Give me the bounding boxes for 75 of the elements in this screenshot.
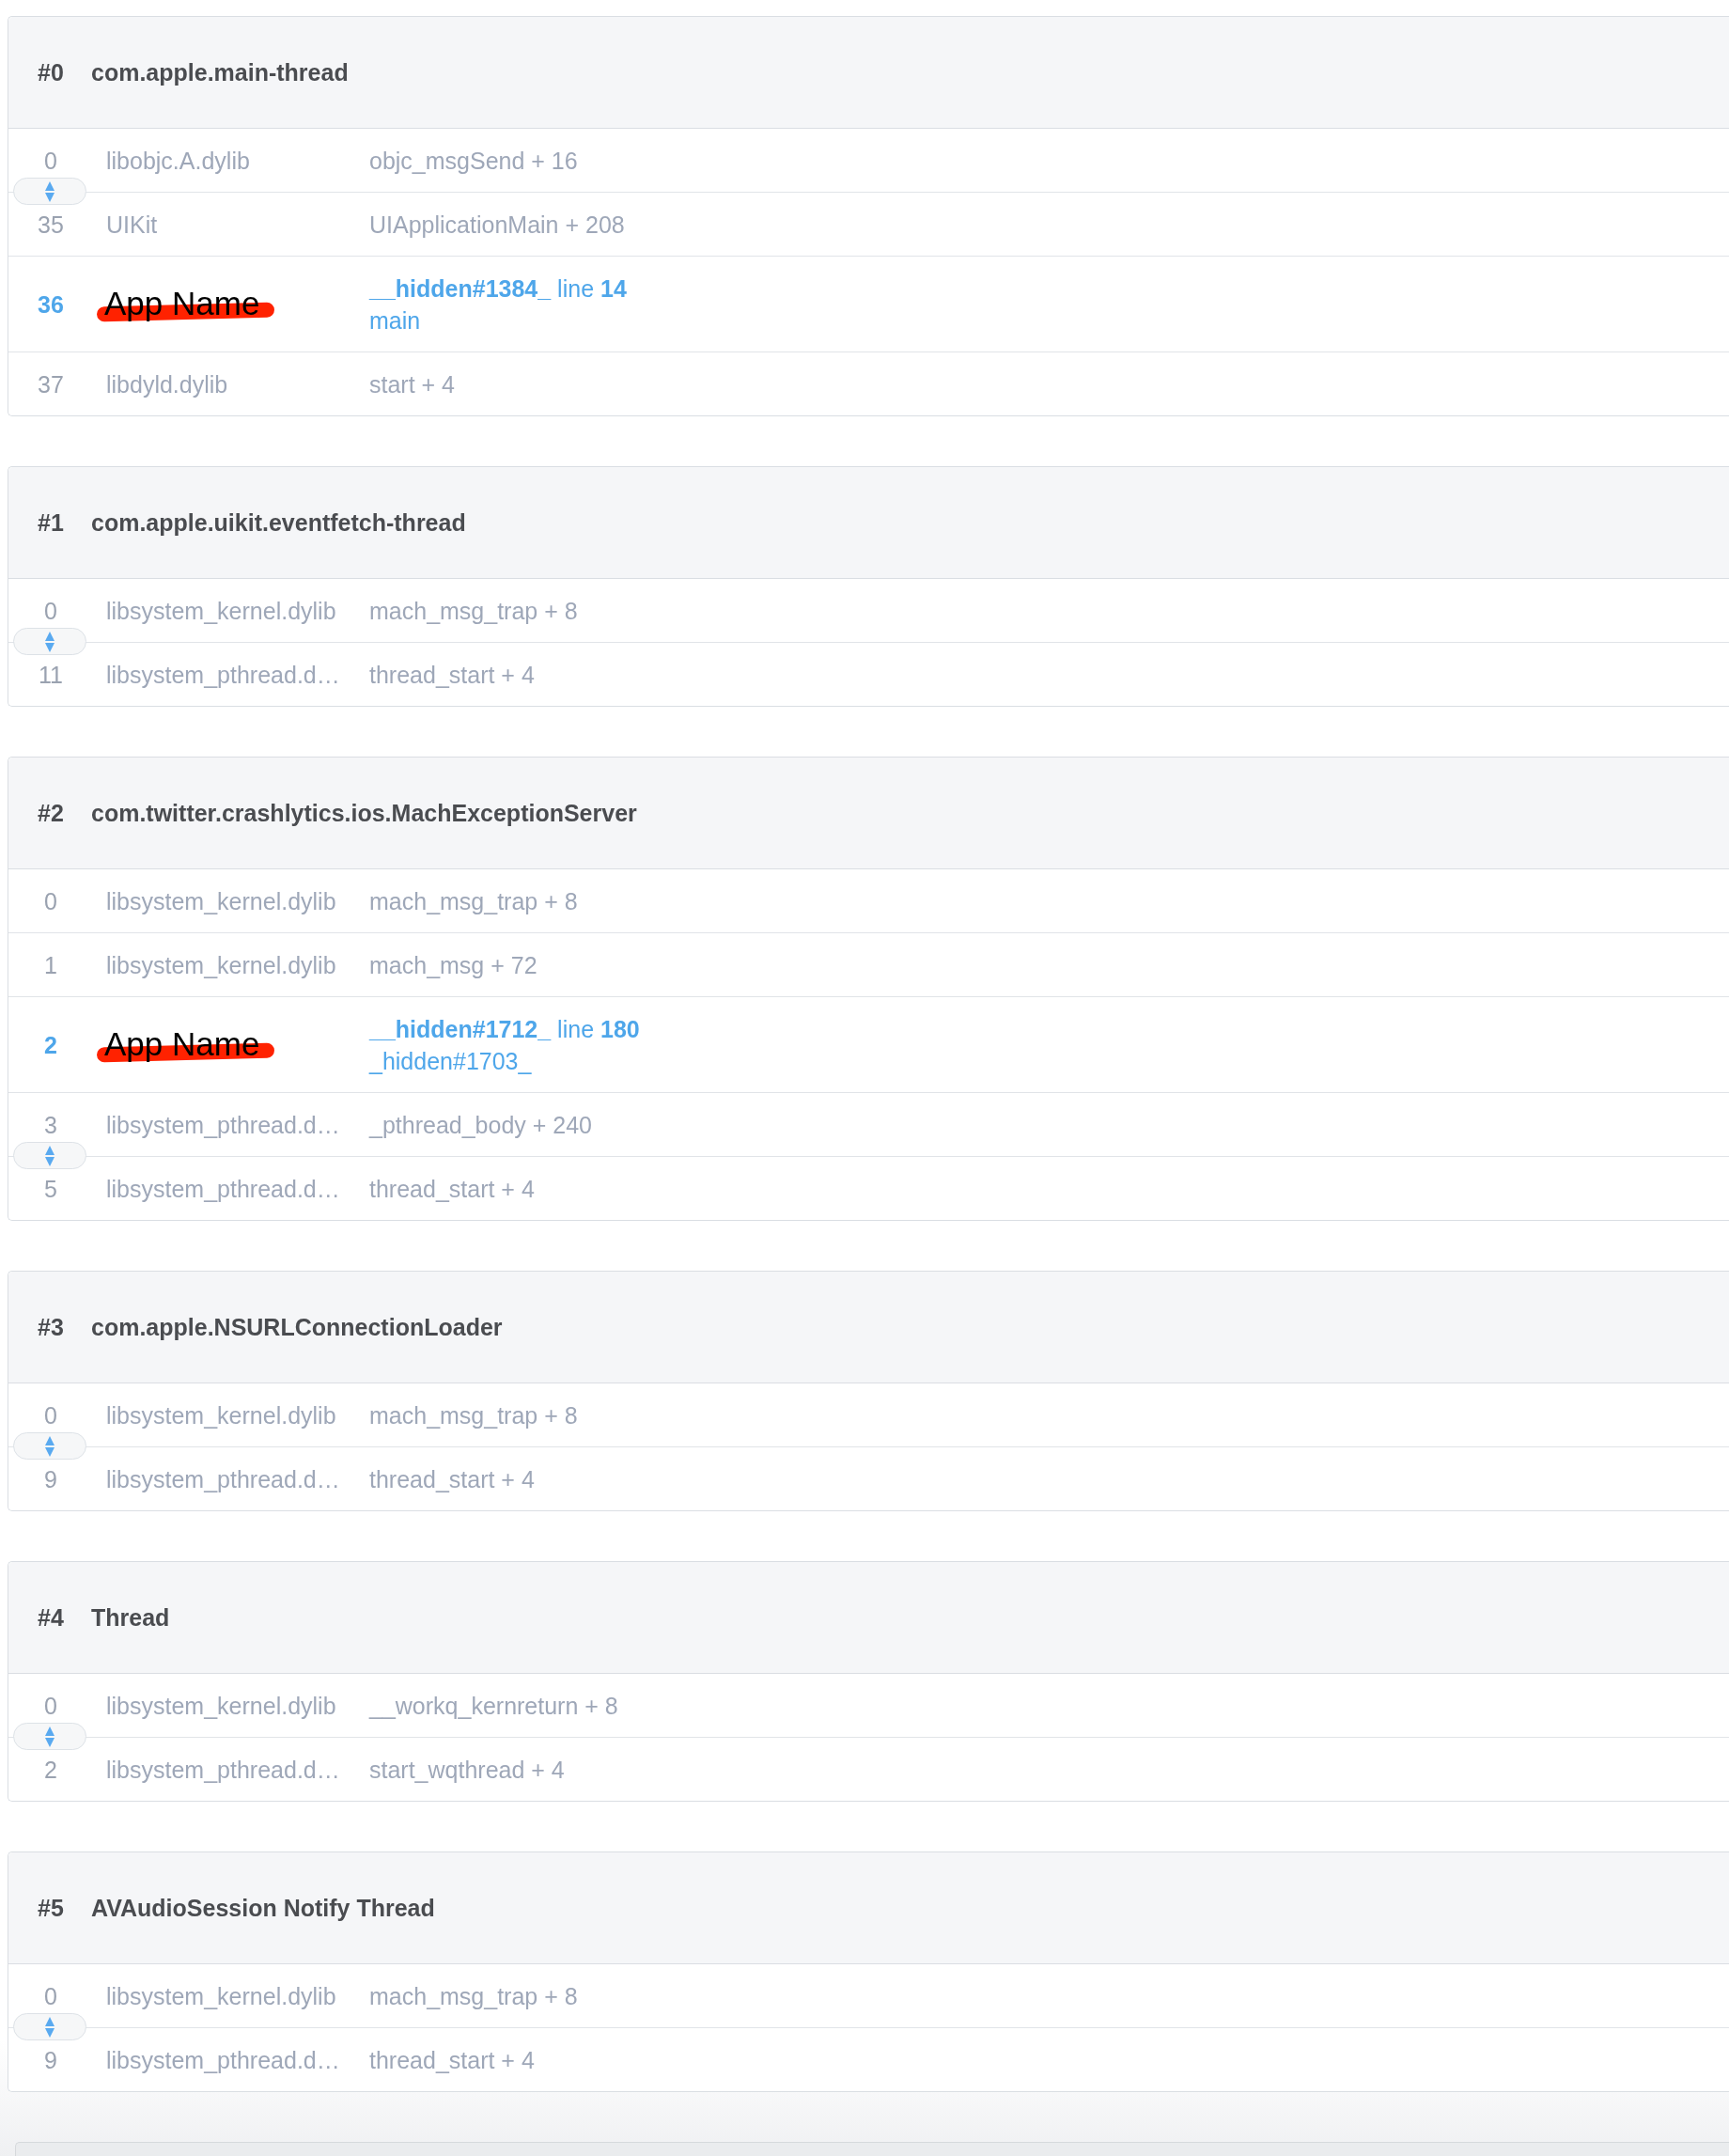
thread-index: #3 (38, 1313, 64, 1340)
expand-button[interactable] (13, 2013, 86, 2040)
library-name: libsystem_kernel.dylib (106, 887, 336, 916)
frame-number: 3 (44, 1111, 57, 1140)
symbol-name: start_wqthread + 4 (369, 1756, 565, 1785)
thread-name: com.apple.main-thread (91, 58, 349, 86)
frame-number: 5 (44, 1175, 57, 1204)
library-name: libsystem_pthread.d… (106, 1111, 340, 1140)
library-name: libsystem_pthread.d… (106, 661, 340, 690)
symbol-name: mach_msg_trap + 8 (369, 1401, 578, 1430)
library-name: libsystem_pthread.d… (106, 2046, 340, 2075)
up-down-arrows-icon (45, 180, 55, 202)
symbol-name: thread_start + 4 (369, 1465, 535, 1494)
up-down-arrows-icon (45, 2016, 55, 2038)
symbol-name: mach_msg_trap + 8 (369, 597, 578, 626)
expand-button[interactable] (13, 178, 86, 205)
symbol-name: mach_msg_trap + 8 (369, 887, 578, 916)
library-name: libsystem_kernel.dylib (106, 1982, 336, 2011)
library-name: libsystem_kernel.dylib (106, 1401, 336, 1430)
symbol-name: thread_start + 4 (369, 1175, 535, 1204)
thread-index: #2 (38, 799, 64, 826)
thread-name: com.twitter.crashlytics.ios.MachExceptionServer (91, 799, 637, 827)
symbol-name: __hidden#1384_ line 14 (369, 274, 627, 304)
frame-number: 9 (44, 2046, 57, 2075)
thread-name: com.apple.uikit.eventfetch-thread (91, 508, 466, 537)
frame-number: 9 (44, 1465, 57, 1494)
frame-number: 11 (39, 661, 63, 690)
expand-button[interactable] (13, 1723, 86, 1750)
symbol-name: __workq_kernreturn + 8 (369, 1692, 618, 1721)
up-down-arrows-icon (45, 1435, 55, 1457)
symbol-name: __hidden#1712_ line 180 (369, 1015, 640, 1044)
frame-number: 0 (44, 147, 57, 176)
frame-number: 2 (44, 1756, 57, 1785)
symbol-name: start + 4 (369, 370, 455, 399)
frame-number: 2 (44, 1031, 57, 1060)
up-down-arrows-icon (45, 1145, 55, 1166)
library-name: UIKit (106, 211, 158, 240)
up-down-arrows-icon (45, 631, 55, 652)
thread-index: #0 (38, 58, 64, 86)
thread-name: AVAudioSession Notify Thread (91, 1894, 435, 1922)
function-name: _hidden#1703_ (369, 1047, 532, 1076)
thread-index: #5 (38, 1894, 64, 1921)
library-name: libsystem_pthread.d… (106, 1756, 340, 1785)
symbol-name: mach_msg_trap + 8 (369, 1982, 578, 2011)
expand-button[interactable] (13, 1142, 86, 1169)
expand-button[interactable] (13, 1432, 86, 1460)
library-name: libsystem_kernel.dylib (106, 951, 336, 980)
library-name: libsystem_kernel.dylib (106, 1692, 336, 1721)
expand-button[interactable] (13, 628, 86, 655)
frame-number: 0 (44, 887, 57, 916)
thread-index: #4 (38, 1603, 64, 1631)
frame-number: 1 (44, 951, 57, 980)
frame-number: 0 (44, 1401, 57, 1430)
library-name: libdyld.dylib (106, 370, 228, 399)
up-down-arrows-icon (45, 1726, 55, 1747)
thread-name: com.apple.NSURLConnectionLoader (91, 1313, 503, 1341)
library-name: libsystem_pthread.d… (106, 1465, 340, 1494)
function-name: main (369, 306, 421, 336)
symbol-name: thread_start + 4 (369, 661, 535, 690)
frame-number: 36 (38, 290, 64, 320)
symbol-name: mach_msg + 72 (369, 951, 537, 980)
thread-index: #1 (38, 508, 64, 536)
thread-name: Thread (91, 1603, 170, 1632)
symbol-name: UIApplicationMain + 208 (369, 211, 625, 240)
frame-number: 0 (44, 597, 57, 626)
frame-number: 0 (44, 1692, 57, 1721)
symbol-name: objc_msgSend + 16 (369, 147, 578, 176)
library-name: libsystem_kernel.dylib (106, 597, 336, 626)
library-name: libsystem_pthread.d… (106, 1175, 340, 1204)
symbol-name: thread_start + 4 (369, 2046, 535, 2075)
library-name: libobjc.A.dylib (106, 147, 250, 176)
symbol-name: _pthread_body + 240 (369, 1111, 592, 1140)
frame-number: 37 (38, 370, 64, 399)
frame-number: 0 (44, 1982, 57, 2011)
frame-number: 35 (38, 211, 64, 240)
